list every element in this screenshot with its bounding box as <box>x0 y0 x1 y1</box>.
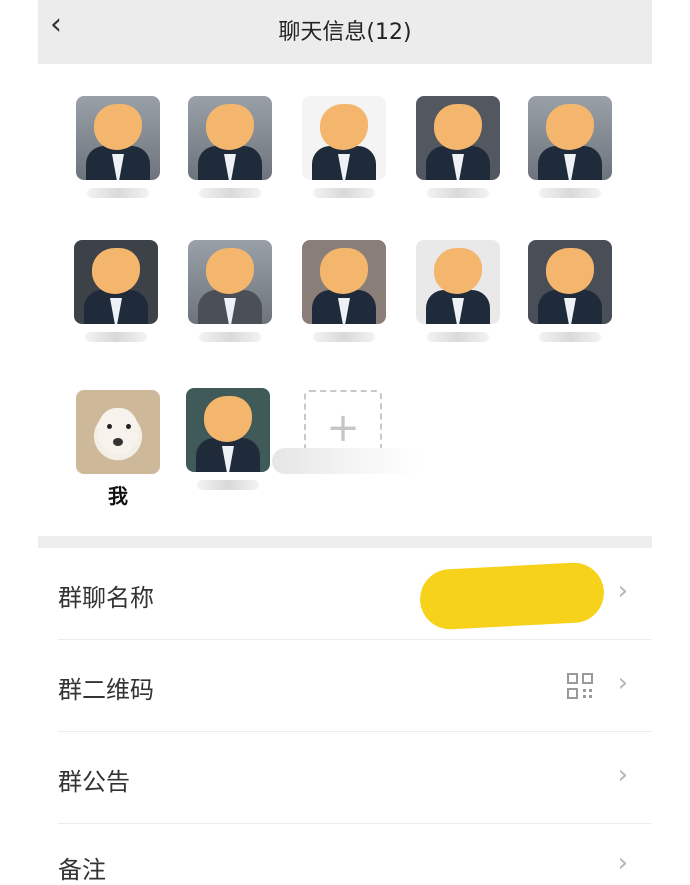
member-avatar[interactable] <box>416 96 500 180</box>
group-notice-label: 群公告 <box>58 768 130 796</box>
redaction-mask <box>320 248 368 294</box>
member-name-blurred <box>313 332 375 342</box>
top-bar: ‹ 聊天信息(12) <box>38 0 652 64</box>
member-avatar[interactable] <box>302 240 386 324</box>
member-item[interactable] <box>186 388 270 490</box>
member-item-me[interactable]: 我 <box>76 390 160 509</box>
member-name-blurred <box>197 480 259 490</box>
member-name-blurred <box>539 188 601 198</box>
member-name-blurred <box>427 188 489 198</box>
member-name-blurred <box>85 332 147 342</box>
member-name-blurred <box>427 332 489 342</box>
member-avatar[interactable] <box>186 388 270 472</box>
group-qr-row[interactable]: 群二维码 › <box>38 640 652 732</box>
section-divider <box>38 536 652 548</box>
left-margin <box>0 0 38 873</box>
group-name-row[interactable]: 群聊名称 › <box>38 548 652 640</box>
redaction-mask <box>94 104 142 150</box>
redaction-mask <box>434 104 482 150</box>
right-margin <box>652 0 690 873</box>
remark-row[interactable]: 备注 › <box>38 824 652 884</box>
member-name-blurred <box>313 188 375 198</box>
member-item[interactable] <box>76 96 160 198</box>
member-name-blurred <box>87 188 149 198</box>
redaction-mask <box>206 104 254 150</box>
my-avatar[interactable] <box>76 390 160 474</box>
member-item[interactable] <box>302 240 386 342</box>
redaction-mask <box>204 396 252 442</box>
member-item[interactable] <box>74 240 158 342</box>
member-name-blurred <box>199 188 261 198</box>
member-name-blurred <box>539 332 601 342</box>
group-qr-label: 群二维码 <box>58 676 154 704</box>
qr-code-icon <box>567 673 593 699</box>
member-avatar[interactable] <box>76 96 160 180</box>
member-grid: 我 + <box>38 64 652 536</box>
redaction-mask <box>546 248 594 294</box>
redaction-mask <box>206 248 254 294</box>
member-item[interactable] <box>528 96 612 198</box>
me-label: 我 <box>108 484 128 508</box>
chevron-right-icon: › <box>617 576 628 606</box>
redaction-mask <box>320 104 368 150</box>
remark-label: 备注 <box>58 856 106 884</box>
member-avatar[interactable] <box>416 240 500 324</box>
member-item[interactable] <box>302 96 386 198</box>
member-avatar[interactable] <box>188 96 272 180</box>
member-avatar[interactable] <box>188 240 272 324</box>
group-notice-row[interactable]: 群公告 › <box>38 732 652 824</box>
member-avatar[interactable] <box>528 240 612 324</box>
page-title: 聊天信息(12) <box>278 20 412 45</box>
plus-icon: + <box>326 405 360 451</box>
member-name-blurred <box>199 332 261 342</box>
member-item[interactable] <box>188 240 272 342</box>
member-item[interactable] <box>416 96 500 198</box>
blurred-text-overlay <box>272 448 422 474</box>
chevron-right-icon: › <box>617 760 628 790</box>
member-avatar[interactable] <box>74 240 158 324</box>
redaction-mask <box>434 248 482 294</box>
member-avatar[interactable] <box>528 96 612 180</box>
member-item[interactable] <box>528 240 612 342</box>
settings-list: 群聊名称 › 群二维码 › 群公告 › 备注 › <box>38 548 652 884</box>
chevron-right-icon: › <box>617 668 628 698</box>
member-avatar[interactable] <box>302 96 386 180</box>
member-item[interactable] <box>188 96 272 198</box>
redaction-mask <box>92 248 140 294</box>
chevron-right-icon: › <box>617 848 628 878</box>
group-name-label: 群聊名称 <box>58 584 154 612</box>
redaction-mask <box>546 104 594 150</box>
redacted-group-name <box>418 561 606 631</box>
member-item[interactable] <box>416 240 500 342</box>
